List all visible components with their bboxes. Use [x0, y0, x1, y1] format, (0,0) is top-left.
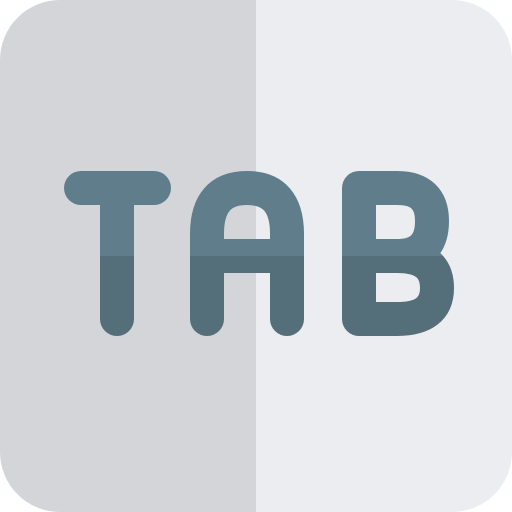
tab-key-icon: TAB — [0, 0, 512, 512]
tab-key-graphic — [0, 0, 512, 512]
